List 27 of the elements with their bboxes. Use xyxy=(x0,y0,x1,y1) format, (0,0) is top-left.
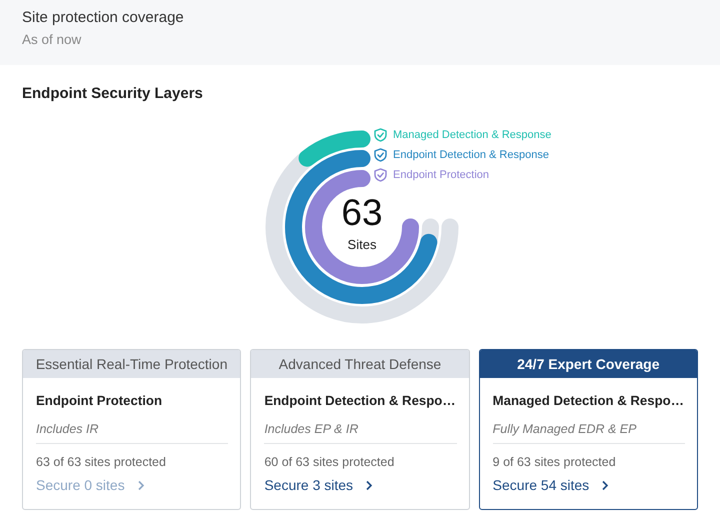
legend-label: Endpoint Protection xyxy=(393,169,490,181)
total-unit: Sites xyxy=(348,236,376,252)
legend-label: Endpoint Detection & Response xyxy=(393,149,549,161)
tier-card[interactable]: Advanced Threat Defense Endpoint Detection & Respo… Includes EP & IR 60 of 63 sites protected Secure 3 sites xyxy=(250,349,470,510)
sites-count: 60 of 63 sites protected xyxy=(264,455,396,469)
sites-count: 9 of 63 sites protected xyxy=(492,455,617,469)
card-note: Includes IR xyxy=(36,422,228,444)
card-title: Endpoint Protection xyxy=(36,393,164,408)
page-subtitle: As of now xyxy=(22,32,82,47)
tier-header: 24/7 Expert Coverage xyxy=(480,350,697,378)
total-count: 63 xyxy=(341,192,383,232)
tier-header: Essential Real-Time Protection xyxy=(23,350,240,378)
sites-count: 63 of 63 sites protected xyxy=(36,455,167,469)
chevron-icon xyxy=(365,480,374,490)
card-note: Includes EP & IR xyxy=(264,422,457,444)
section-title: Endpoint Security Layers xyxy=(22,85,204,102)
legend-label: Managed Detection & Response xyxy=(393,129,552,141)
page-title: Site protection coverage xyxy=(22,9,185,26)
tier-header: Advanced Threat Defense xyxy=(251,350,469,378)
secure-link[interactable]: Secure 3 sites xyxy=(264,477,374,493)
chevron-icon xyxy=(136,480,145,490)
secure-link[interactable]: Secure 54 sites xyxy=(492,477,610,493)
chevron-icon xyxy=(601,480,610,490)
tier-card[interactable]: 24/7 Expert Coverage Managed Detection & Respo… Fully Managed EDR & EP 9 of 63 sites protected Secure 54 sites xyxy=(478,349,698,510)
card-title: Endpoint Detection & Respo… xyxy=(264,393,457,408)
card-title: Managed Detection & Respo… xyxy=(492,393,685,408)
card-note: Fully Managed EDR & EP xyxy=(492,422,685,444)
